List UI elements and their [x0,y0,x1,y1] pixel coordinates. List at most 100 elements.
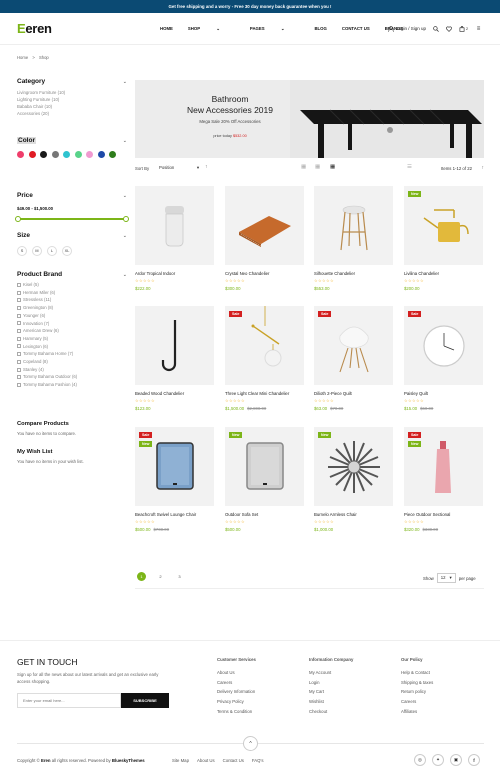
twitter-icon[interactable]: ✦ [432,754,444,766]
product-card[interactable]: Beaded Wood Chandelier ☆☆☆☆☆ $123.00 [135,306,214,411]
product-card[interactable]: New Livilina Chandelier ☆☆☆☆☆ $200.00 [404,186,483,291]
page-3[interactable]: 3 [175,572,184,581]
color-swatch[interactable] [40,151,47,158]
price-header[interactable]: Price ⌄ [17,192,127,199]
product-card[interactable]: New Burnelo Armless Chair ☆☆☆☆☆ $1,000.00 [314,427,393,532]
product-card[interactable]: Ardor Tropical Indoor ☆☆☆☆☆ $222.00 [135,186,214,291]
product-image[interactable]: Sale [404,306,483,385]
product-image[interactable]: Sale [225,306,304,385]
footer-link[interactable]: Checkout [309,707,353,717]
brand-item[interactable]: Kisel (5) [17,281,127,289]
product-image[interactable]: New [314,427,393,506]
color-swatch[interactable] [17,151,24,158]
checkbox[interactable] [17,313,21,318]
brand-item[interactable]: Copeland (8) [17,358,127,366]
footer-link[interactable]: Login [309,678,353,688]
product-name[interactable]: Silhouette Chandelier [314,271,393,276]
checkbox[interactable] [17,367,21,372]
checkbox[interactable] [17,382,21,387]
nav-home[interactable]: HOME [160,26,173,32]
product-card[interactable]: Sale Dilioth 2-Piece Quilt ☆☆☆☆☆ $63.00 $70.… [314,306,393,411]
brand-item[interactable]: American Drew (6) [17,327,127,335]
color-swatch[interactable] [109,151,116,158]
footer-link[interactable]: My Cart [309,687,353,697]
price-slider-max-handle[interactable] [123,216,129,222]
newsletter-email-input[interactable] [17,693,121,708]
list-view-icon[interactable]: ☰ [407,164,412,170]
size-option-s[interactable]: S [17,246,27,256]
product-card[interactable]: Sale New Piece Outdoor Sectional ☆☆☆☆☆ $320.… [404,427,483,532]
product-card[interactable]: Crystal Neo Chandelier ☆☆☆☆☆ $300.00 [225,186,304,291]
nav-blog[interactable]: BLOG [314,26,326,32]
product-image[interactable]: Sale New [404,427,483,506]
dribbble-icon[interactable]: ◎ [414,754,426,766]
product-image[interactable] [135,306,214,385]
promo-banner[interactable]: Bathroom New Accessories 2019 Mega Sale … [135,80,484,158]
size-option-m[interactable]: M [32,246,42,256]
size-header[interactable]: Size ⌄ [17,232,127,239]
brand-item[interactable]: Greenington (8) [17,304,127,312]
color-swatch[interactable] [28,151,36,158]
nav-shop[interactable]: SHOP ⌄ [188,26,235,32]
product-name[interactable]: Livilina Chandelier [404,271,483,276]
color-swatch[interactable] [97,151,105,158]
checkbox[interactable] [17,329,21,334]
cart-button[interactable]: 2 [459,25,468,32]
product-name[interactable]: Outdoor Sofa Set [225,512,304,517]
heart-icon[interactable] [446,26,452,32]
product-name[interactable]: Three Light Clear Mini Chandelier [225,391,304,396]
color-swatch[interactable] [74,151,82,158]
brand-item[interactable]: Stressless (11) [17,296,127,304]
price-slider-min-handle[interactable] [15,216,21,222]
back-to-top-button[interactable]: ^ [243,736,258,751]
product-card[interactable]: Sale Paisley Quilt ☆☆☆☆☆ $15.00 $60.00 [404,306,483,411]
product-card[interactable]: New Outdoor Sofa Set ☆☆☆☆☆ $500.00 [225,427,304,532]
brand-item[interactable]: Tommy Bahama Fashion (4) [17,381,127,389]
sort-direction-icon[interactable]: ↑ [205,164,208,170]
color-swatch[interactable] [86,151,93,158]
product-card[interactable]: Sale Three Light Clear Mini Chandelier ☆☆☆… [225,306,304,411]
product-image[interactable]: Sale [314,306,393,385]
checkbox[interactable] [17,290,21,295]
checkbox[interactable] [17,344,21,349]
product-image[interactable] [225,186,304,265]
product-name[interactable]: Paisley Quilt [404,391,483,396]
footer-link[interactable]: Shipping & taxes [401,678,433,688]
footer-link[interactable]: Careers [401,697,433,707]
grid-3-view-icon[interactable]: ▦ [315,164,320,170]
sort-select[interactable]: Position ▾ [159,165,199,171]
checkbox[interactable] [17,305,21,310]
footer-link[interactable]: Return policy [401,687,433,697]
brand-header[interactable]: Product Brand ⌄ [17,271,127,278]
color-header[interactable]: Color ⌄ [17,137,127,144]
login-link[interactable]: Login / Sign up [388,25,426,32]
product-name[interactable]: Burnelo Armless Chair [314,512,393,517]
price-slider[interactable] [15,216,129,222]
footer-link[interactable]: Careers [217,678,256,688]
checkbox[interactable] [17,359,21,364]
footer-link[interactable]: Help & Contact [401,668,433,678]
page-2[interactable]: 2 [156,572,165,581]
footer-link[interactable]: About Us [217,668,256,678]
product-image[interactable]: Sale New [135,427,214,506]
footer-bottom-link[interactable]: FAQ's [252,758,264,763]
footer-link[interactable]: My Account [309,668,353,678]
search-icon[interactable] [433,25,439,32]
brand-item[interactable]: Hammary (5) [17,335,127,343]
product-image[interactable]: New [225,427,304,506]
sort-arrow-icon[interactable]: ↑ [482,165,485,171]
footer-link[interactable]: Terms & Condition [217,707,256,717]
product-image[interactable] [135,186,214,265]
size-option-l[interactable]: L [47,246,57,256]
product-name[interactable]: Beachcroft Swivel Lounge Chair [135,512,214,517]
product-name[interactable]: Dilioth 2-Piece Quilt [314,391,393,396]
grid-2-view-icon[interactable]: ▦ [301,164,306,170]
subscribe-button[interactable]: SUBSCRIBE [121,693,169,708]
brand-item[interactable]: Herman Miler (6) [17,289,127,297]
breadcrumb-home[interactable]: Home [17,55,28,60]
footer-bottom-link[interactable]: About Us [197,758,215,763]
menu-icon[interactable]: ≡ [475,25,482,32]
logo[interactable]: Eeren [17,21,52,36]
footer-bottom-link[interactable]: Contact Us [223,758,244,763]
category-header[interactable]: Category ⌄ [17,78,127,85]
